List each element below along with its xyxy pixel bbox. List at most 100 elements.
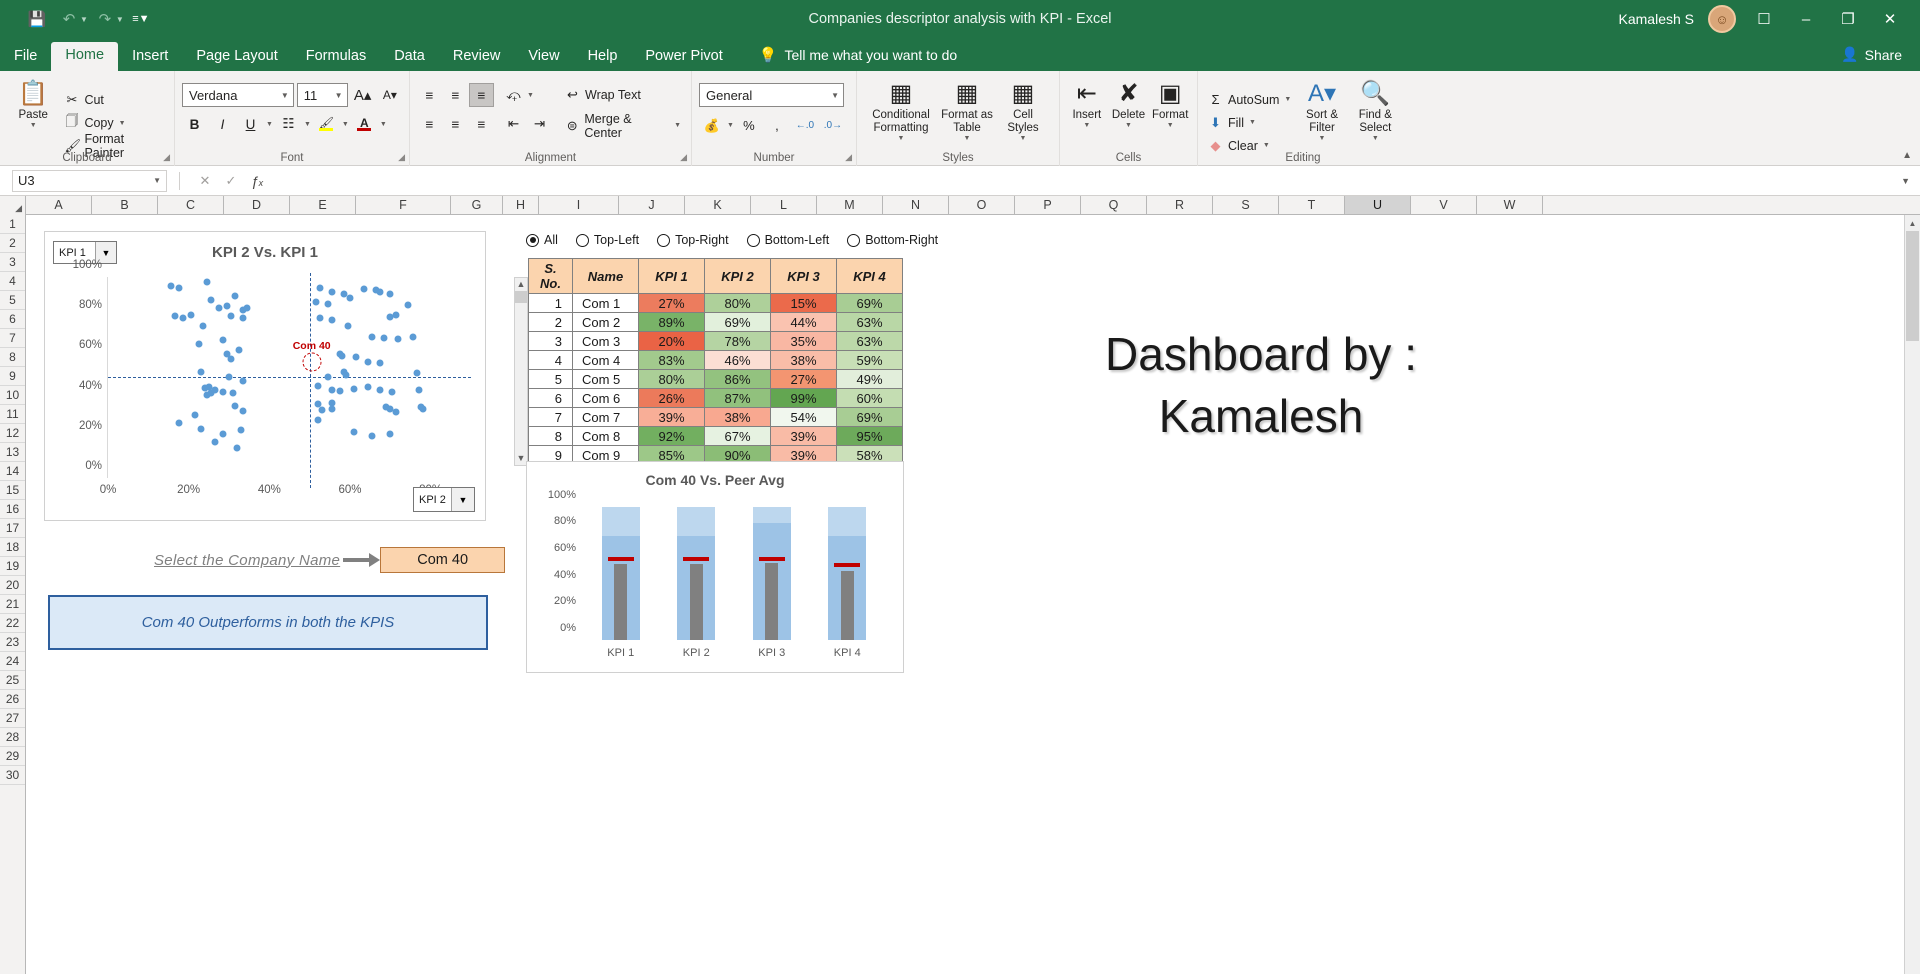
table-cell[interactable]: 4 <box>528 350 573 370</box>
scroll-up-icon[interactable]: ▲ <box>517 278 526 291</box>
column-header-P[interactable]: P <box>1015 196 1081 214</box>
row-header-5[interactable]: 5 <box>0 291 25 310</box>
wrap-text-button[interactable]: ↩ Wrap Text <box>562 83 684 106</box>
column-header-O[interactable]: O <box>949 196 1015 214</box>
align-center-button[interactable]: ≡ <box>443 112 468 136</box>
scroll-up-icon[interactable]: ▲ <box>1905 215 1920 231</box>
accounting-format-icon[interactable]: 💰 <box>699 114 725 137</box>
restore-button[interactable]: ❐ <box>1834 10 1862 28</box>
table-cell[interactable]: 2 <box>528 312 573 332</box>
table-cell[interactable]: 27% <box>770 369 837 389</box>
table-row[interactable]: 1 Com 1 27% 80% 15% 69% <box>528 293 903 313</box>
table-cell[interactable]: 35% <box>770 331 837 351</box>
table-row[interactable]: 4 Com 4 83% 46% 38% 59% <box>528 350 903 370</box>
table-cell[interactable]: 59% <box>836 350 903 370</box>
align-left-button[interactable]: ≡ <box>417 112 442 136</box>
table-cell[interactable]: Com 4 <box>572 350 639 370</box>
table-cell[interactable]: 99% <box>770 388 837 408</box>
table-row[interactable]: 5 Com 5 80% 86% 27% 49% <box>528 369 903 389</box>
table-cell[interactable]: 7 <box>528 407 573 427</box>
table-cell[interactable]: Com 1 <box>572 293 639 313</box>
delete-dropdown-icon[interactable]: ▼ <box>1125 122 1132 130</box>
share-button[interactable]: 👤 Share <box>1841 46 1920 71</box>
row-header-6[interactable]: 6 <box>0 310 25 329</box>
fill-button[interactable]: ⬇ Fill ▼ <box>1205 111 1294 134</box>
close-button[interactable]: ✕ <box>1876 10 1904 28</box>
table-cell[interactable]: 86% <box>704 369 771 389</box>
increase-font-size-button[interactable]: A▴ <box>351 83 375 107</box>
column-header-I[interactable]: I <box>539 196 619 214</box>
comma-style-button[interactable]: , <box>764 114 790 137</box>
table-cell[interactable]: 3 <box>528 331 573 351</box>
radio-top-left[interactable]: Top-Left <box>575 233 639 247</box>
paste-dropdown-icon[interactable]: ▼ <box>30 122 37 130</box>
decrease-indent-button[interactable]: ⇤ <box>501 112 526 136</box>
table-cell[interactable]: 6 <box>528 388 573 408</box>
column-header-V[interactable]: V <box>1411 196 1477 214</box>
column-header-T[interactable]: T <box>1279 196 1345 214</box>
table-cell[interactable]: Com 5 <box>572 369 639 389</box>
row-header-9[interactable]: 9 <box>0 367 25 386</box>
selected-company-value[interactable]: Com 40 <box>380 547 506 573</box>
table-row[interactable]: 7 Com 7 39% 38% 54% 69% <box>528 407 903 427</box>
clear-dropdown-icon[interactable]: ▼ <box>1263 142 1270 149</box>
bold-button[interactable]: B <box>182 112 207 136</box>
table-cell[interactable]: 89% <box>638 312 705 332</box>
table-cell[interactable]: 49% <box>836 369 903 389</box>
table-cell[interactable]: 87% <box>704 388 771 408</box>
column-header-D[interactable]: D <box>224 196 290 214</box>
row-header-4[interactable]: 4 <box>0 272 25 291</box>
decrease-decimal-icon[interactable]: .0→ <box>820 114 846 137</box>
table-cell[interactable]: Com 8 <box>572 426 639 446</box>
expand-formula-bar-icon[interactable]: ▼ <box>1901 176 1916 186</box>
radio-bottom-right[interactable]: Bottom-Right <box>847 233 938 247</box>
com40-vs-peer-avg-chart[interactable]: Com 40 Vs. Peer Avg 0% 20% 40% 60% 80% 100% KP… <box>526 461 904 673</box>
row-header-1[interactable]: 1 <box>0 215 25 234</box>
chevron-down-icon[interactable]: ▼ <box>451 488 474 511</box>
radio-top-right[interactable]: Top-Right <box>657 233 729 247</box>
table-cell[interactable]: 95% <box>836 426 903 446</box>
sort-filter-dropdown-icon[interactable]: ▼ <box>1319 135 1326 143</box>
row-header-12[interactable]: 12 <box>0 424 25 443</box>
column-header-A[interactable]: A <box>26 196 92 214</box>
table-cell[interactable]: 67% <box>704 426 771 446</box>
table-cell[interactable]: 26% <box>638 388 705 408</box>
column-header-H[interactable]: H <box>503 196 539 214</box>
column-header-S[interactable]: S <box>1213 196 1279 214</box>
autosum-button[interactable]: Σ AutoSum ▼ <box>1205 88 1294 111</box>
name-box[interactable]: U3 ▼ <box>12 169 167 192</box>
table-cell[interactable]: 39% <box>638 407 705 427</box>
find-select-dropdown-icon[interactable]: ▼ <box>1372 135 1379 143</box>
merge-dropdown-icon[interactable]: ▼ <box>674 122 681 129</box>
underline-dropdown-icon[interactable]: ▼ <box>266 121 273 128</box>
formula-input[interactable] <box>278 170 1901 192</box>
undo-dropdown-icon[interactable]: ▼ <box>80 15 88 24</box>
row-header-17[interactable]: 17 <box>0 519 25 538</box>
row-header-30[interactable]: 30 <box>0 766 25 785</box>
column-header-G[interactable]: G <box>451 196 503 214</box>
name-box-dropdown-icon[interactable]: ▼ <box>153 176 161 185</box>
column-header-K[interactable]: K <box>685 196 751 214</box>
tab-insert[interactable]: Insert <box>118 43 182 72</box>
row-header-7[interactable]: 7 <box>0 329 25 348</box>
scroll-down-icon[interactable]: ▼ <box>517 452 526 465</box>
vertical-scrollbar[interactable]: ▲ ▼ <box>1904 215 1920 974</box>
table-cell[interactable]: 39% <box>770 426 837 446</box>
font-size-dropdown-icon[interactable]: ▼ <box>335 91 343 100</box>
kpi2-axis-dropdown[interactable]: KPI 2 ▼ <box>413 487 475 512</box>
ribbon-display-options-icon[interactable]: ☐ <box>1750 10 1778 28</box>
accounting-dropdown-icon[interactable]: ▼ <box>727 122 734 129</box>
tab-help[interactable]: Help <box>574 43 632 72</box>
autosum-dropdown-icon[interactable]: ▼ <box>1284 96 1291 103</box>
table-cell[interactable]: Com 3 <box>572 331 639 351</box>
select-all-corner[interactable]: ◢ <box>0 196 26 215</box>
row-header-25[interactable]: 25 <box>0 671 25 690</box>
column-header-L[interactable]: L <box>751 196 817 214</box>
save-icon[interactable]: 💾 <box>22 6 52 32</box>
column-header-W[interactable]: W <box>1477 196 1543 214</box>
decrease-font-size-button[interactable]: A▾ <box>378 83 402 107</box>
cancel-icon[interactable]: ✕ <box>192 173 218 189</box>
cell-styles-dropdown-icon[interactable]: ▼ <box>1020 135 1027 143</box>
table-cell[interactable]: 1 <box>528 293 573 313</box>
fx-icon[interactable]: ƒx <box>244 173 270 189</box>
